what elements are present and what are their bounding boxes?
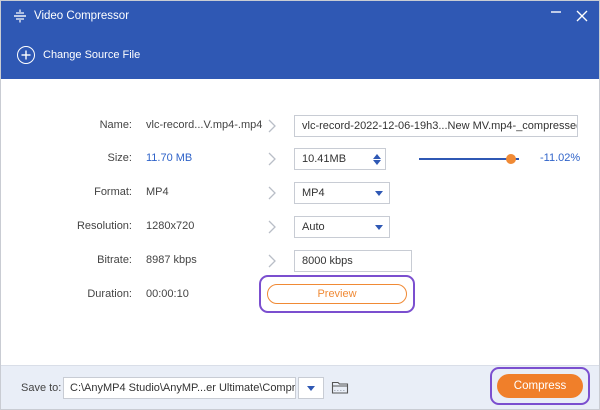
source-resolution-value: 1280x720: [146, 220, 195, 232]
window-title: Video Compressor: [34, 10, 130, 22]
save-path-value: C:\AnyMP4 Studio\AnyMP...er Ultimate\Com…: [70, 382, 296, 394]
format-select[interactable]: MP4: [294, 182, 390, 204]
close-icon[interactable]: [575, 9, 589, 23]
resolution-selected-value: Auto: [302, 221, 325, 233]
source-format-value: MP4: [146, 186, 169, 198]
plus-circle-icon: [17, 46, 35, 64]
size-percent-change: -11.02%: [540, 152, 581, 164]
resolution-label: Resolution:: [76, 220, 132, 232]
change-source-file-button[interactable]: Change Source File: [17, 46, 140, 64]
header-band: Change Source File: [1, 31, 599, 79]
bitrate-input[interactable]: 8000 kbps: [294, 250, 412, 272]
chevron-down-icon: [307, 385, 315, 391]
format-label: Format:: [94, 186, 132, 198]
source-bitrate-value: 8987 kbps: [146, 254, 197, 266]
chevron-right-icon: [268, 254, 276, 268]
increment-icon[interactable]: [373, 153, 381, 159]
slider-fill: [419, 158, 511, 160]
size-row: Size: 11.70 MB 10.41MB -11.02%: [1, 148, 600, 170]
folder-icon[interactable]: [331, 379, 349, 395]
source-name-value: vlc-record...V.mp4-.mp4: [146, 119, 263, 131]
size-stepper[interactable]: 10.41MB: [294, 148, 386, 170]
decrement-icon[interactable]: [373, 159, 381, 165]
format-row: Format: MP4 MP4: [1, 182, 600, 204]
spinner-arrows: [373, 153, 381, 165]
chevron-down-icon: [375, 224, 383, 230]
output-name-value: vlc-record-2022-12-06-19h3...New MV.mp4-…: [302, 120, 578, 132]
duration-label: Duration:: [87, 288, 132, 300]
window-controls: [549, 1, 589, 31]
save-path-field[interactable]: C:\AnyMP4 Studio\AnyMP...er Ultimate\Com…: [63, 377, 296, 399]
save-to-label: Save to:: [21, 382, 62, 394]
output-name-field[interactable]: vlc-record-2022-12-06-19h3...New MV.mp4-…: [294, 115, 578, 137]
output-bitrate-value: 8000 kbps: [302, 255, 353, 267]
size-label: Size:: [107, 152, 132, 164]
name-label: Name:: [99, 119, 132, 131]
bitrate-label: Bitrate:: [97, 254, 132, 266]
output-size-value: 10.41MB: [302, 153, 347, 165]
source-duration-value: 00:00:10: [146, 288, 189, 300]
save-path-dropdown[interactable]: [298, 377, 324, 399]
source-size-value: 11.70 MB: [146, 152, 193, 164]
bitrate-row: Bitrate: 8987 kbps 8000 kbps: [1, 250, 600, 272]
format-selected-value: MP4: [302, 187, 325, 199]
change-source-file-label: Change Source File: [43, 49, 141, 61]
video-compressor-window: Video Compressor Change Source File Name…: [0, 0, 600, 410]
compress-button[interactable]: Compress: [497, 374, 583, 398]
chevron-down-icon: [375, 190, 383, 196]
minimize-icon[interactable]: [549, 9, 563, 23]
size-slider[interactable]: [419, 154, 519, 164]
chevron-right-icon: [268, 220, 276, 234]
chevron-right-icon: [268, 152, 276, 166]
resolution-select[interactable]: Auto: [294, 216, 390, 238]
chevron-right-icon: [268, 119, 276, 133]
title-bar: Video Compressor: [1, 1, 599, 31]
name-row: Name: vlc-record...V.mp4-.mp4 vlc-record…: [1, 115, 600, 137]
chevron-right-icon: [268, 186, 276, 200]
slider-thumb[interactable]: [506, 154, 516, 164]
compress-lines-icon: [13, 9, 27, 23]
preview-button[interactable]: Preview: [267, 284, 407, 304]
resolution-row: Resolution: 1280x720 Auto: [1, 216, 600, 238]
